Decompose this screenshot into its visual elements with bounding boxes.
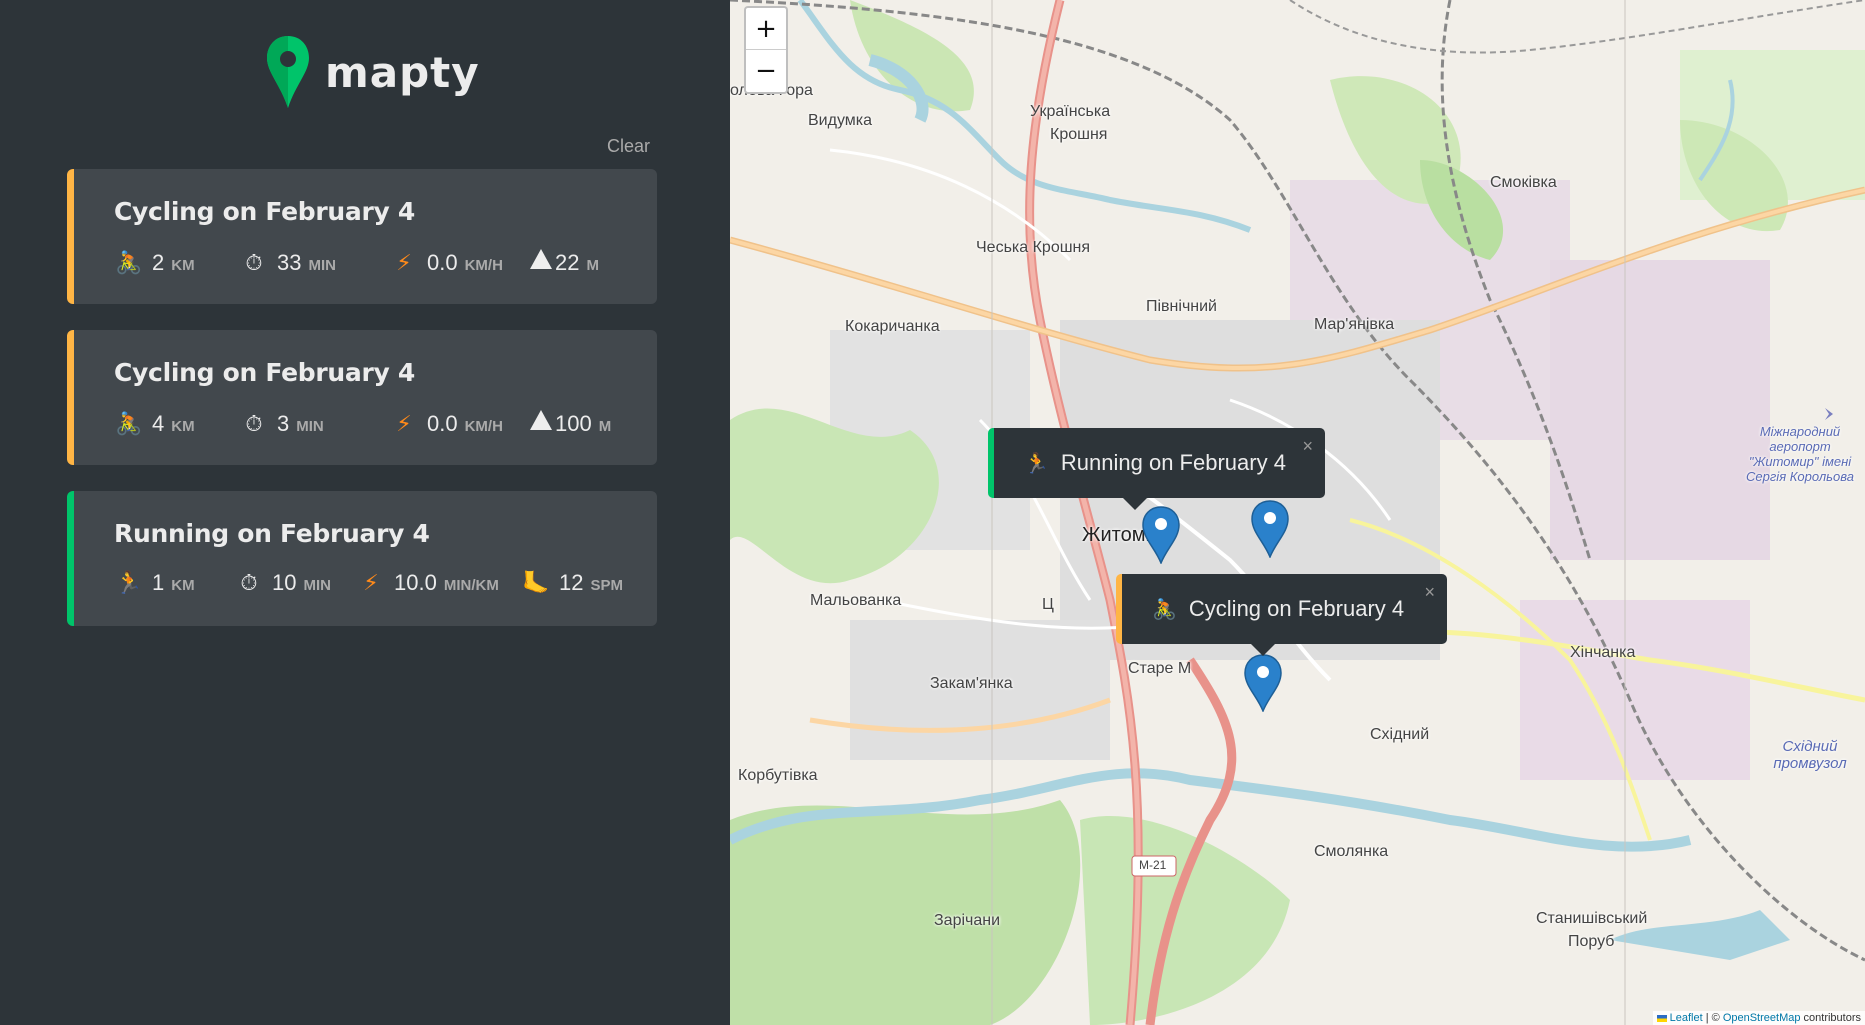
distance-unit: km (171, 577, 195, 594)
osm-link[interactable]: OpenStreetMap (1723, 1012, 1801, 1024)
popup-close-button[interactable]: × (1302, 436, 1313, 457)
duration-value: 3 (277, 411, 290, 436)
duration-unit: min (303, 577, 331, 594)
lightning-icon: ⚡ (363, 570, 379, 595)
map-attribution: Leaflet | © OpenStreetMap contributors (1652, 1011, 1865, 1025)
place-label: Смоківка (1490, 174, 1557, 191)
lightning-icon: ⚡ (396, 411, 412, 436)
pace-unit: min/km (443, 577, 499, 594)
place-label: Українська (1030, 103, 1111, 120)
cyclist-icon: 🚴 (1152, 598, 1177, 621)
lightning-icon: ⚡ (396, 250, 412, 275)
place-label: Поруб (1568, 933, 1615, 950)
workout-list: Cycling on February 4 🚴 2 km ⏱ 33 min ⚡ 0.0 km… (67, 169, 657, 652)
place-label: Хінчанка (1570, 644, 1636, 661)
map-pin-logo-icon (267, 36, 309, 108)
duration-unit: min (296, 418, 324, 435)
distance-value: 2 (152, 250, 165, 275)
map-marker-icon[interactable] (1251, 500, 1289, 558)
popup-tip (1250, 643, 1276, 656)
workout-card[interactable]: Running on February 4 🏃 1 km ⏱ 10 min ⚡ 10.0 m… (67, 491, 657, 626)
map-marker-icon[interactable] (1244, 654, 1282, 712)
leaflet-link[interactable]: Leaflet (1670, 1012, 1703, 1024)
popup-text: Cycling on February 4 (1188, 596, 1405, 621)
speed-unit: km/h (464, 418, 503, 435)
stopwatch-icon: ⏱ (245, 250, 263, 275)
speed-unit: km/h (464, 257, 503, 274)
elevation-unit: m (598, 418, 612, 435)
place-label: Крошня (1050, 126, 1108, 143)
map-marker-icon[interactable] (1142, 506, 1180, 564)
workout-title: Cycling on February 4 (114, 197, 416, 226)
elevation-value: 22 (555, 250, 580, 275)
popup-tip (1122, 497, 1148, 510)
elevation-unit: m (586, 257, 599, 274)
workout-title: Running on February 4 (114, 519, 430, 548)
elevation-value: 100 (555, 411, 592, 436)
distance-unit: km (171, 418, 195, 435)
workout-card[interactable]: Cycling on February 4 🚴 2 km ⏱ 33 min ⚡ 0.0 km… (67, 169, 657, 304)
place-label: Зарічани (934, 912, 1001, 929)
speed-value: 0.0 (427, 250, 458, 275)
cyclist-icon: 🚴 (115, 250, 143, 275)
app-name: mapty (325, 47, 480, 97)
speed-value: 0.0 (427, 411, 458, 436)
mountain-icon (530, 410, 552, 430)
duration-unit: min (308, 257, 336, 274)
pace-value: 10.0 (394, 570, 437, 595)
workout-card[interactable]: Cycling on February 4 🚴 4 km ⏱ 3 min ⚡ 0.0 km/… (67, 330, 657, 465)
sidebar: mapty Clear Cycling on February 4 🚴 2 km ⏱… (0, 0, 730, 1025)
place-label: Мар'янівка (1314, 316, 1395, 333)
stopwatch-icon: ⏱ (240, 570, 258, 595)
place-label: Східний (1370, 726, 1430, 743)
ukraine-flag-icon (1656, 1014, 1667, 1022)
cadence-value: 12 (559, 570, 584, 595)
runner-icon: 🏃 (1024, 452, 1049, 475)
place-label: Північний (1146, 298, 1217, 315)
stopwatch-icon: ⏱ (245, 411, 263, 436)
zoom-control: + − (744, 6, 788, 94)
distance-value: 1 (152, 570, 165, 595)
attribution-tail: contributors (1800, 1012, 1861, 1024)
place-label: Смолянка (1314, 843, 1389, 860)
place-label: Східний промвузол (1773, 738, 1847, 772)
map-tiles[interactable] (730, 0, 1865, 1025)
place-label: Ц (1042, 596, 1054, 613)
place-label: Станишівський (1536, 910, 1648, 927)
distance-unit: km (171, 257, 195, 274)
road-shield: М-21 (1139, 858, 1167, 872)
place-label: Старе М (1128, 660, 1192, 677)
popup-text: Running on February 4 (1060, 450, 1286, 475)
workout-title: Cycling on February 4 (114, 358, 416, 387)
workout-popup[interactable]: 🚴 Cycling on February 4 × (1116, 574, 1447, 656)
place-label: Видумка (808, 112, 873, 129)
runner-icon: 🏃 (115, 570, 143, 595)
footprint-icon: 🦶 (522, 570, 550, 595)
place-label: Корбутівка (738, 767, 818, 784)
duration-value: 10 (272, 570, 297, 595)
zoom-out-button[interactable]: − (746, 50, 786, 92)
distance-value: 4 (152, 411, 165, 436)
place-label: Чеська Крошня (976, 239, 1091, 256)
duration-value: 33 (277, 250, 302, 275)
place-label: Кокаричанка (845, 318, 940, 335)
workout-popup[interactable]: 🏃 Running on February 4 × (988, 428, 1325, 510)
cyclist-icon: 🚴 (115, 411, 143, 436)
map-view[interactable]: Видумка олова Гора Українська Крошня Смо… (730, 0, 1865, 1025)
place-label: Закам'янка (930, 675, 1013, 692)
zoom-in-button[interactable]: + (746, 8, 786, 50)
app-logo: mapty (265, 32, 480, 112)
attribution-separator: | © (1702, 1012, 1723, 1024)
popup-close-button[interactable]: × (1424, 582, 1435, 603)
place-label: Мальованка (810, 592, 902, 609)
mountain-icon (530, 249, 552, 269)
cadence-unit: spm (590, 577, 623, 594)
clear-button[interactable]: Clear (607, 136, 650, 157)
place-label: Міжнародний аеропорт "Житомир" імені Сер… (1746, 424, 1854, 484)
